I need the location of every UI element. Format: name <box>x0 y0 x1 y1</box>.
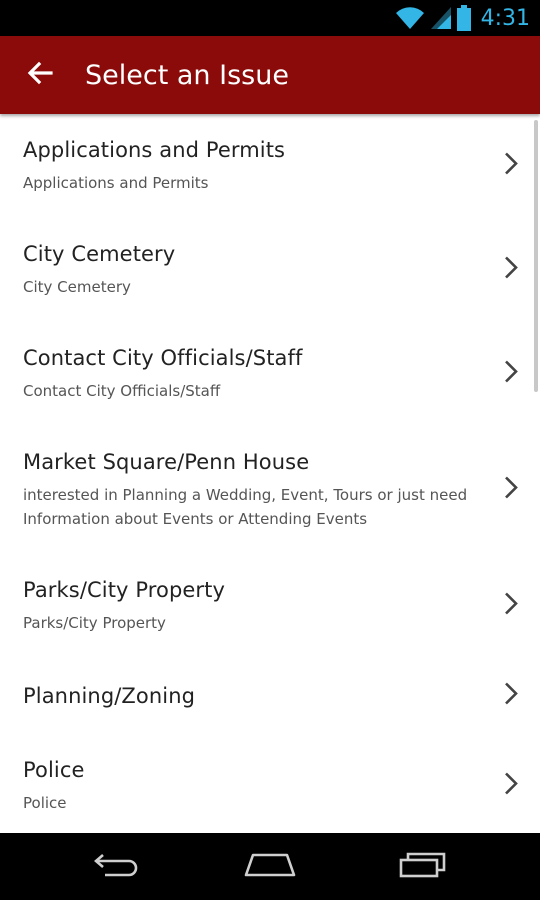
list-item-title: Police <box>23 757 85 782</box>
list-item-title: Market Square/Penn House <box>23 449 310 474</box>
nav-home-icon <box>243 851 297 882</box>
nav-recents-button[interactable] <box>378 837 468 897</box>
app-bar: Select an Issue <box>0 36 540 114</box>
chevron-right-icon <box>504 682 518 711</box>
list-item-market-square-penn-house[interactable]: Market Square/Penn House interested in P… <box>0 426 540 554</box>
nav-recents-icon <box>398 850 448 883</box>
status-bar: 4:31 <box>0 0 540 36</box>
list-item-title: City Cemetery <box>23 241 176 266</box>
list-item-title: Parks/City Property <box>23 577 225 602</box>
list-item-subtitle: Applications and Permits <box>23 173 209 192</box>
list-item-contact-city-officials-staff[interactable]: Contact City Officials/Staff Contact Cit… <box>0 322 540 426</box>
list-item-subtitle: Contact City Officials/Staff <box>23 381 221 400</box>
battery-icon <box>456 5 471 31</box>
list-item-title: Applications and Permits <box>23 137 286 162</box>
list-item-title: Planning/Zoning <box>23 684 196 708</box>
system-nav-bar <box>0 833 540 900</box>
wifi-icon <box>395 6 425 30</box>
page-title: Select an Issue <box>85 59 289 91</box>
list-item-subtitle: City Cemetery <box>23 277 131 296</box>
chevron-right-icon <box>504 592 518 621</box>
back-button[interactable] <box>0 36 80 114</box>
chevron-right-icon <box>504 360 518 389</box>
issue-list[interactable]: Applications and Permits Applications an… <box>0 114 540 833</box>
list-item-city-cemetery[interactable]: City Cemetery City Cemetery <box>0 218 540 322</box>
nav-back-button[interactable] <box>72 837 162 897</box>
list-item-title: Contact City Officials/Staff <box>23 345 303 370</box>
list-item-parks-city-property[interactable]: Parks/City Property Parks/City Property <box>0 554 540 658</box>
list-item-planning-zoning[interactable]: Planning/Zoning <box>0 658 540 734</box>
nav-home-button[interactable] <box>225 837 315 897</box>
nav-back-icon <box>93 851 141 882</box>
list-item-subtitle: Police <box>23 793 67 812</box>
list-item-police[interactable]: Police Police <box>0 734 540 833</box>
chevron-right-icon <box>504 772 518 801</box>
list-item-subtitle: interested in Planning a Wedding, Event,… <box>23 485 468 528</box>
list-item-subtitle: Parks/City Property <box>23 613 166 632</box>
chevron-right-icon <box>504 152 518 181</box>
signal-icon <box>430 7 451 29</box>
chevron-right-icon <box>504 256 518 285</box>
status-clock: 4:31 <box>480 5 530 31</box>
arrow-left-icon <box>27 61 53 90</box>
chevron-right-icon <box>504 476 518 505</box>
list-item-applications-and-permits[interactable]: Applications and Permits Applications an… <box>0 114 540 218</box>
